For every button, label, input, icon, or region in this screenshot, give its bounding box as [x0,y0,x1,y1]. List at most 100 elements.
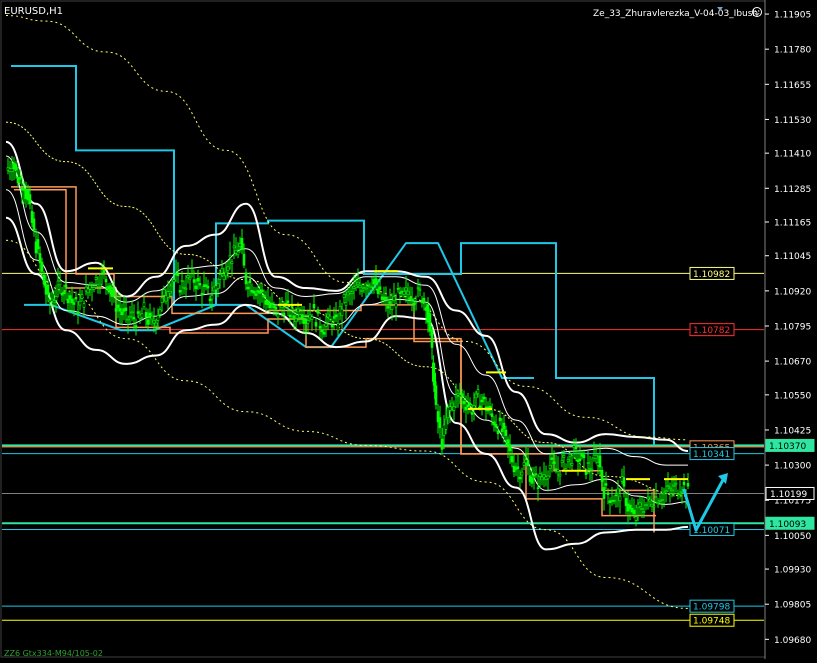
candle-body [550,457,554,460]
candle-body [498,417,502,422]
candle-body [186,275,190,278]
candle-body [250,289,254,293]
candle-body [68,295,72,300]
candle-body [160,297,164,304]
candle-body [248,280,252,284]
candle-body [130,311,134,314]
candle-body [518,476,522,480]
candle-body [74,296,78,300]
candle-body [510,456,514,463]
candle-body [612,500,616,502]
candle-body [358,285,362,288]
candle-body [118,308,122,312]
candle-body [632,509,636,515]
candle-body [360,289,364,292]
candle-body [604,483,608,486]
candle-body [292,315,296,318]
candle-body [288,314,292,318]
candle-body [106,286,110,290]
candle-body [392,296,396,301]
candle-body [138,314,142,320]
candle-body [220,268,224,274]
candle-body [664,490,668,493]
candle-body [602,487,606,499]
candle-body [600,469,604,482]
candle-body [460,393,464,397]
candle-body [598,455,602,468]
candle-body [678,492,682,495]
candle-body [208,298,212,302]
candle-body [516,466,520,469]
chart-window[interactable]: 1.11905 1.11780 1.11655 1.11530 1.11410 1.112… [0,0,817,659]
candle-body [354,285,358,289]
candle-body [534,473,538,475]
candle-body [562,455,566,458]
candle-body [296,308,300,313]
price-chart[interactable]: 1.11905 1.11780 1.11655 1.11530 1.11410 1.112… [0,0,817,659]
candle-body [262,294,266,298]
candle-body [416,287,420,290]
candle-body [182,286,186,289]
candle-body [614,494,618,497]
candle-body [662,492,666,495]
candle-body [28,194,32,205]
candle-body [478,405,482,408]
candle-body [314,322,318,327]
candle-body [90,287,94,291]
candle-body [64,284,68,288]
candle-body [158,309,162,315]
candle-body [62,291,66,295]
candle-body [166,291,170,298]
candle-body [252,290,256,294]
y-tick-label-4: 1.11410 [774,150,811,160]
candle-body [260,289,264,293]
candle-body [154,322,158,327]
level-label-1.09748: 1.09748 [693,617,730,627]
candle-body [464,406,468,411]
candle-body [188,276,192,280]
candle-body [476,389,480,394]
candle-body [110,289,114,297]
candle-body [558,473,562,477]
candle-body [526,459,530,467]
candle-body [438,417,442,429]
candle-body [224,271,228,277]
candle-body [406,291,410,295]
y-tick-label-5: 1.11285 [774,185,811,195]
candle-body [644,504,648,507]
candle-body [660,499,664,501]
candle-body [666,485,670,488]
candle-body [570,463,574,466]
candle-body [286,300,290,303]
candle-body [578,458,582,462]
candle-body [12,162,16,170]
candle-body [496,430,500,435]
candle-body [18,177,22,180]
candle-body [378,286,382,290]
candle-body [532,474,536,477]
candle-body [440,438,444,450]
candle-body [316,309,320,314]
candle-body [190,268,194,272]
y-tick-label-6: 1.11165 [774,219,811,229]
symbol-label: EURUSD,H1 [4,6,63,17]
candle-body [178,290,182,293]
candle-body [312,304,316,309]
level-label-1.10093: 1.10093 [769,520,806,530]
candle-body [164,295,168,302]
candle-body [240,238,244,250]
candle-body [452,406,456,411]
candle-body [482,396,486,400]
candle-body [148,312,152,319]
candle-body [530,477,534,484]
candle-body [274,306,278,310]
candle-body [76,311,80,314]
candle-body [656,502,660,504]
candle-body [108,285,112,293]
candle-body [640,508,644,510]
candle-body [174,272,178,276]
candle-body [328,315,332,320]
candle-body [654,496,658,498]
candle-body [646,496,650,500]
y-tick-label-16: 1.09930 [774,566,811,576]
